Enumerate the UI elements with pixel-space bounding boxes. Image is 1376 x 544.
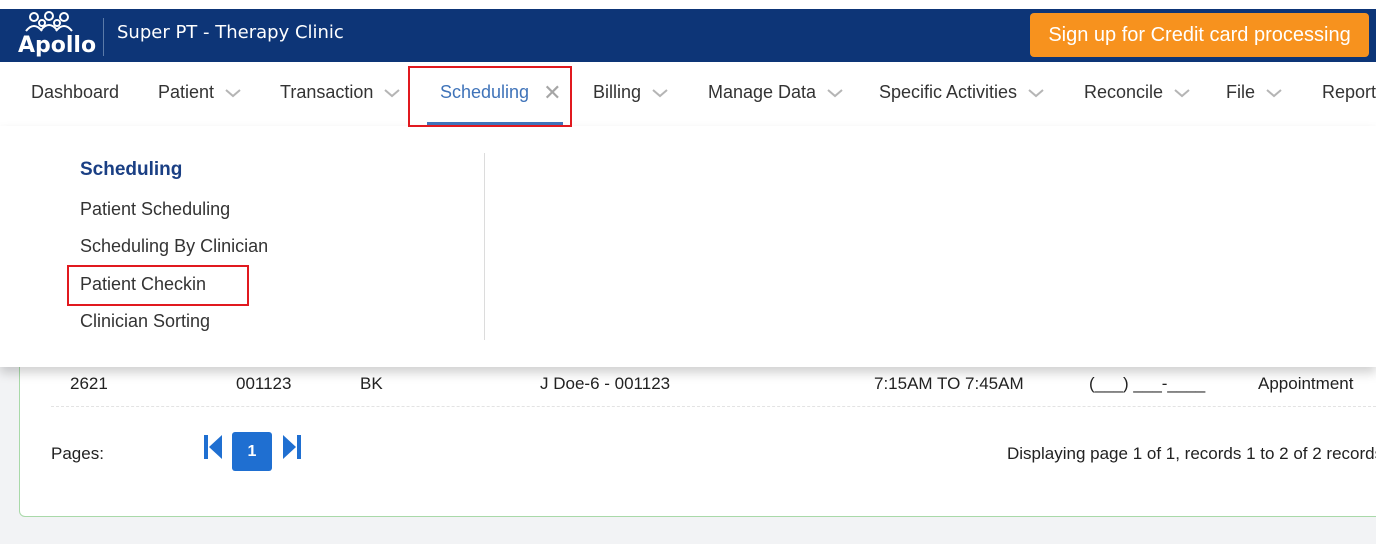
chevron-down-icon <box>1028 88 1044 97</box>
chevron-down-icon <box>384 88 401 97</box>
dropdown-divider <box>484 153 485 340</box>
table-cell: 7:15AM TO 7:45AM <box>874 374 1024 393</box>
table-cell: 2621 <box>70 374 108 393</box>
clinic-name: Super PT - Therapy Clinic <box>117 22 344 43</box>
table-cell: Appointment <box>1258 374 1354 393</box>
menu-item-clinician-sorting[interactable]: Clinician Sorting <box>80 311 210 332</box>
table-cell: J Doe-6 - 001123 <box>540 374 671 393</box>
menu-item-patient-scheduling[interactable]: Patient Scheduling <box>80 199 230 220</box>
pages-label: Pages: <box>51 444 104 463</box>
chevron-down-icon <box>225 88 241 97</box>
table-cell: 001123 <box>236 374 292 393</box>
nav-reports[interactable]: Reports <box>1322 82 1376 103</box>
nav-label: File <box>1226 82 1256 102</box>
menu-item-scheduling-by-clinician[interactable]: Scheduling By Clinician <box>80 236 268 257</box>
apollo-logo[interactable]: Apollo <box>14 11 96 61</box>
table-cell: BK <box>360 374 383 393</box>
app-header: Apollo Super PT - Therapy Clinic Sign up… <box>0 9 1376 62</box>
dropdown-heading: Scheduling <box>80 159 183 180</box>
logo-text: Apollo <box>18 33 97 58</box>
table-cell: (___) ___-____ <box>1089 374 1206 393</box>
nav-manage-data[interactable]: Manage Data <box>708 82 844 103</box>
highlight-box-patient-checkin <box>67 265 249 306</box>
pagination-summary: Displaying page 1 of 1, records 1 to 2 o… <box>1007 444 1376 463</box>
nav-label: Transaction <box>280 82 374 102</box>
nav-transaction[interactable]: Transaction <box>280 82 401 103</box>
chevron-down-icon <box>827 88 843 97</box>
nav-file[interactable]: File <box>1226 82 1283 103</box>
nav-reconcile[interactable]: Reconcile <box>1084 82 1191 103</box>
chevron-down-icon <box>1174 88 1190 97</box>
nav-label: Dashboard <box>31 82 120 102</box>
nav-label: Billing <box>593 82 642 102</box>
nav-label: Reports <box>1322 82 1376 102</box>
nav-specific-activities[interactable]: Specific Activities <box>879 82 1045 103</box>
credit-card-signup-button[interactable]: Sign up for Credit card processing <box>1030 13 1369 57</box>
nav-label: Manage Data <box>708 82 817 102</box>
nav-dashboard[interactable]: Dashboard <box>31 82 119 103</box>
scheduling-dropdown-menu: Scheduling Patient Scheduling Scheduling… <box>0 126 1376 367</box>
top-strip <box>0 0 1376 9</box>
highlight-box-scheduling <box>408 66 572 127</box>
last-page-icon[interactable] <box>282 434 302 460</box>
nav-label: Specific Activities <box>879 82 1018 102</box>
header-divider <box>103 18 104 56</box>
chevron-down-icon <box>652 88 668 97</box>
first-page-icon[interactable] <box>203 434 223 460</box>
nav-billing[interactable]: Billing <box>593 82 669 103</box>
nav-patient[interactable]: Patient <box>158 82 242 103</box>
page-button-current[interactable]: 1 <box>232 432 272 471</box>
nav-label: Patient <box>158 82 215 102</box>
chevron-down-icon <box>1266 88 1282 97</box>
main-nav: Dashboard Patient Transaction Scheduling… <box>0 62 1376 126</box>
nav-label: Reconcile <box>1084 82 1164 102</box>
